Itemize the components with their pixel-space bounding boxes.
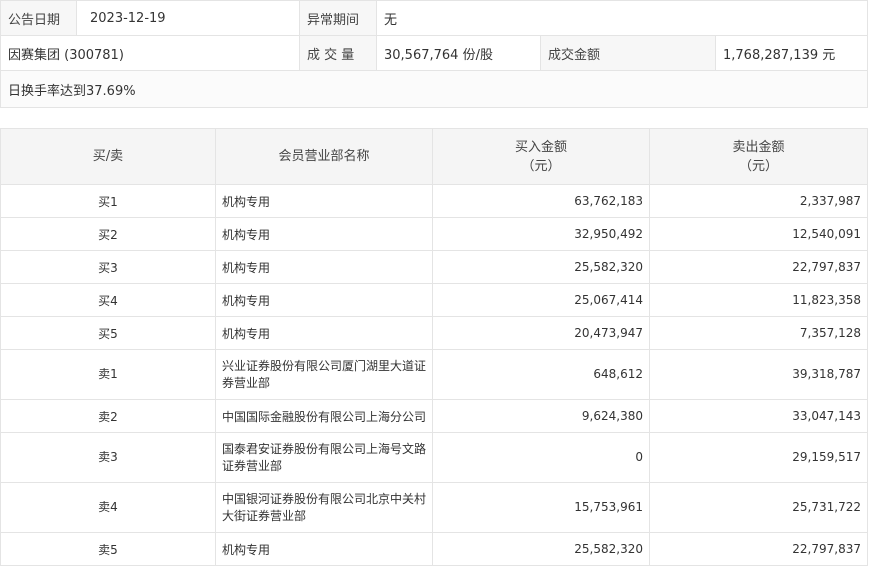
header-name: 会员营业部名称 <box>215 128 433 185</box>
row-sell-amount: 22,797,837 <box>649 250 868 284</box>
table-row: 买1 机构专用 63,762,183 2,337,987 <box>0 184 868 218</box>
header-buy-unit: （元） <box>521 158 561 174</box>
row-buy-amount: 15,753,961 <box>432 482 650 533</box>
table-row: 卖5 机构专用 25,582,320 22,797,837 <box>0 532 868 566</box>
table-row: 买2 机构专用 32,950,492 12,540,091 <box>0 217 868 251</box>
row-sell-amount: 12,540,091 <box>649 217 868 251</box>
row-sell-amount: 2,337,987 <box>649 184 868 218</box>
row-branch-name: 机构专用 <box>215 250 433 284</box>
stock-name: 因赛集团 (300781) <box>0 35 300 71</box>
row-side: 卖3 <box>0 432 216 483</box>
row-sell-amount: 25,731,722 <box>649 482 868 533</box>
row-branch-name: 国泰君安证券股份有限公司上海号文路证券营业部 <box>215 432 433 483</box>
date-label: 公告日期 <box>0 0 77 36</box>
row-side: 买1 <box>0 184 216 218</box>
info-row-volume: 因赛集团 (300781) 成 交 量 30,567,764 份/股 成交金额 … <box>0 35 869 71</box>
row-buy-amount: 25,582,320 <box>432 532 650 566</box>
announcement-info-table: 公告日期 2023-12-19 异常期间 无 因赛集团 (300781) 成 交… <box>0 0 869 108</box>
table-row: 买5 机构专用 20,473,947 7,357,128 <box>0 316 868 350</box>
header-side: 买/卖 <box>0 128 216 185</box>
period-value: 无 <box>375 0 869 36</box>
row-buy-amount: 0 <box>432 432 650 483</box>
header-buy-label: 买入金额 <box>514 139 567 155</box>
header-buy: 买入金额 （元） <box>432 128 650 185</box>
row-side: 买2 <box>0 217 216 251</box>
row-branch-name: 兴业证券股份有限公司厦门湖里大道证券营业部 <box>215 349 433 400</box>
row-buy-amount: 9,624,380 <box>432 399 650 433</box>
row-side: 卖4 <box>0 482 216 533</box>
row-side: 买3 <box>0 250 216 284</box>
row-branch-name: 机构专用 <box>215 217 433 251</box>
date-value: 2023-12-19 <box>76 0 300 36</box>
row-sell-amount: 7,357,128 <box>649 316 868 350</box>
row-buy-amount: 25,582,320 <box>432 250 650 284</box>
row-side: 卖5 <box>0 532 216 566</box>
info-row-reason: 日换手率达到37.69% <box>0 70 869 108</box>
row-buy-amount: 63,762,183 <box>432 184 650 218</box>
row-branch-name: 机构专用 <box>215 283 433 317</box>
table-row: 卖3 国泰君安证券股份有限公司上海号文路证券营业部 0 29,159,517 <box>0 432 868 483</box>
header-sell-unit: （元） <box>738 158 778 174</box>
amount-value: 1,768,287,139 元 <box>714 35 869 71</box>
row-buy-amount: 648,612 <box>432 349 650 400</box>
trade-detail-table: 买/卖 会员营业部名称 买入金额 （元） 卖出金额 （元） 买1 机构专用 63… <box>0 128 868 566</box>
row-sell-amount: 39,318,787 <box>649 349 868 400</box>
row-branch-name: 中国银河证券股份有限公司北京中关村大街证券营业部 <box>215 482 433 533</box>
header-sell-label: 卖出金额 <box>732 139 785 155</box>
header-sell: 卖出金额 （元） <box>649 128 868 185</box>
row-buy-amount: 32,950,492 <box>432 217 650 251</box>
period-label: 异常期间 <box>299 0 377 36</box>
row-sell-amount: 11,823,358 <box>649 283 868 317</box>
volume-value: 30,567,764 份/股 <box>376 35 541 71</box>
row-sell-amount: 29,159,517 <box>649 432 868 483</box>
table-row: 买3 机构专用 25,582,320 22,797,837 <box>0 250 868 284</box>
amount-label: 成交金额 <box>540 35 716 71</box>
row-branch-name: 机构专用 <box>215 184 433 218</box>
table-header-row: 买/卖 会员营业部名称 买入金额 （元） 卖出金额 （元） <box>0 128 868 185</box>
row-side: 买5 <box>0 316 216 350</box>
row-branch-name: 中国国际金融股份有限公司上海分公司 <box>215 399 433 433</box>
reason-text: 日换手率达到37.69% <box>0 70 869 108</box>
info-row-date: 公告日期 2023-12-19 异常期间 无 <box>0 0 869 36</box>
row-side: 卖1 <box>0 349 216 400</box>
row-side: 买4 <box>0 283 216 317</box>
row-branch-name: 机构专用 <box>215 532 433 566</box>
row-buy-amount: 20,473,947 <box>432 316 650 350</box>
table-row: 卖1 兴业证券股份有限公司厦门湖里大道证券营业部 648,612 39,318,… <box>0 349 868 400</box>
table-row: 卖4 中国银河证券股份有限公司北京中关村大街证券营业部 15,753,961 2… <box>0 482 868 533</box>
row-sell-amount: 22,797,837 <box>649 532 868 566</box>
table-row: 买4 机构专用 25,067,414 11,823,358 <box>0 283 868 317</box>
table-row: 卖2 中国国际金融股份有限公司上海分公司 9,624,380 33,047,14… <box>0 399 868 433</box>
row-sell-amount: 33,047,143 <box>649 399 868 433</box>
row-side: 卖2 <box>0 399 216 433</box>
volume-label: 成 交 量 <box>299 35 377 71</box>
row-branch-name: 机构专用 <box>215 316 433 350</box>
row-buy-amount: 25,067,414 <box>432 283 650 317</box>
